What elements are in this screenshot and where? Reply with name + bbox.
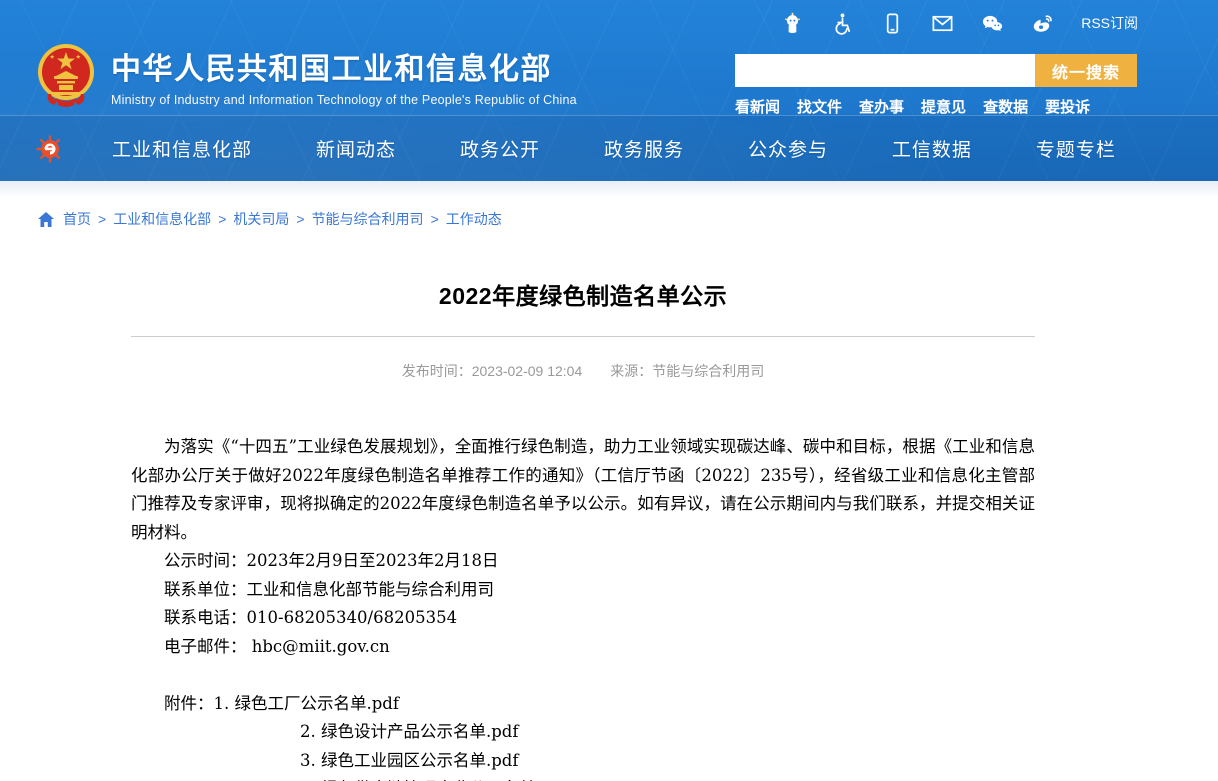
search-input[interactable]	[735, 54, 1035, 87]
breadcrumb-energy-dept[interactable]: 节能与综合利用司	[312, 209, 424, 229]
article-paragraph: 为落实《“十四五”工业绿色发展规划》，全面推行绿色制造，助力工业领域实现碳达峰、…	[131, 433, 1035, 547]
breadcrumb: 首页 > 工业和信息化部 > 机关司局 > 节能与综合利用司 > 工作动态	[0, 196, 1218, 229]
nav-item-gov-affairs[interactable]: 政务公开	[460, 135, 540, 162]
miit-webpage: { "topbar": { "rss_label": "RSS订阅", "ico…	[0, 0, 1218, 781]
unified-search-button[interactable]: 统一搜索	[1035, 54, 1137, 87]
breadcrumb-separator: >	[431, 211, 439, 227]
publicity-period-line: 公示时间：2023年2月9日至2023年2月18日	[131, 547, 1035, 576]
attachment-row: 3. 绿色工业园区公示名单.pdf	[131, 747, 1035, 776]
breadcrumb-ministry[interactable]: 工业和信息化部	[113, 209, 211, 229]
breadcrumb-separator: >	[98, 211, 106, 227]
quick-link-complaints[interactable]: 要投诉	[1045, 96, 1090, 117]
contact-phone-line: 联系电话：010-68205340/68205354	[131, 604, 1035, 633]
attachment-green-industrial-parks-pdf[interactable]: 3. 绿色工业园区公示名单.pdf	[300, 751, 518, 770]
article-body: 为落实《“十四五”工业绿色发展规划》，全面推行绿色制造，助力工业领域实现碳达峰、…	[131, 433, 1035, 781]
article-meta: 发布时间：2023-02-09 12:04 来源：节能与综合利用司	[131, 361, 1035, 381]
publish-time-value: 2023-02-09 12:04	[472, 363, 583, 379]
source-label: 来源：	[610, 363, 652, 379]
header-shadow-band	[0, 181, 1218, 196]
article: 2022年度绿色制造名单公示 发布时间：2023-02-09 12:04 来源：节…	[131, 277, 1035, 781]
quick-link-services[interactable]: 查办事	[859, 96, 904, 117]
home-icon[interactable]	[38, 212, 54, 227]
nav-item-news[interactable]: 新闻动态	[316, 135, 396, 162]
wechat-icon[interactable]	[981, 12, 1004, 35]
attachments-label: 附件：	[164, 694, 214, 713]
contact-email-line: 电子邮件： hbc@miit.gov.cn	[131, 633, 1035, 662]
article-title: 2022年度绿色制造名单公示	[131, 277, 1035, 311]
site-header: RSS订阅 中华人民共和国工业和信息化部 Ministry of In	[0, 0, 1218, 181]
nav-item-special-columns[interactable]: 专题专栏	[1036, 135, 1116, 162]
nav-item-public-participation[interactable]: 公众参与	[748, 135, 828, 162]
breadcrumb-separator: >	[218, 211, 226, 227]
quick-links: 看新闻 找文件 查办事 提意见 查数据 要投诉	[735, 96, 1137, 117]
main-nav: 工业和信息化部 新闻动态 政务公开 政务服务 公众参与 工信数据 专题专栏	[0, 115, 1218, 181]
site-subtitle-en: Ministry of Industry and Information Tec…	[111, 93, 577, 107]
attachment-row: 附件：1. 绿色工厂公示名单.pdf	[131, 690, 1035, 719]
quick-link-data[interactable]: 查数据	[983, 96, 1028, 117]
breadcrumb-work-updates[interactable]: 工作动态	[446, 209, 502, 229]
nav-items: 工业和信息化部 新闻动态 政务公开 政务服务 公众参与 工信数据 专题专栏	[112, 135, 1116, 162]
quick-link-news[interactable]: 看新闻	[735, 96, 780, 117]
robot-assistant-icon[interactable]	[781, 12, 804, 35]
nav-item-mit-data[interactable]: 工信数据	[892, 135, 972, 162]
brand-block: 中华人民共和国工业和信息化部 Ministry of Industry and …	[111, 44, 577, 107]
attachment-row: 2. 绿色设计产品公示名单.pdf	[131, 718, 1035, 747]
attachment-green-factory-pdf[interactable]: 1. 绿色工厂公示名单.pdf	[214, 694, 399, 713]
site-title: 中华人民共和国工业和信息化部	[111, 44, 577, 88]
contact-unit-line: 联系单位：工业和信息化部节能与综合利用司	[131, 576, 1035, 605]
nav-item-gov-services[interactable]: 政务服务	[604, 135, 684, 162]
national-emblem-logo	[36, 42, 96, 108]
breadcrumb-separator: >	[296, 211, 304, 227]
breadcrumb-departments[interactable]: 机关司局	[233, 209, 289, 229]
weibo-icon[interactable]	[1031, 12, 1054, 35]
publish-time-label: 发布时间：	[402, 363, 472, 379]
mobile-icon[interactable]	[881, 12, 904, 35]
miit-e-logo-icon	[36, 134, 66, 164]
mail-icon[interactable]	[931, 12, 954, 35]
quick-link-suggestions[interactable]: 提意见	[921, 96, 966, 117]
topbar: RSS订阅	[0, 0, 1218, 40]
source-value: 节能与综合利用司	[652, 363, 764, 379]
title-divider	[131, 336, 1035, 337]
rss-subscribe-link[interactable]: RSS订阅	[1081, 13, 1138, 33]
nav-item-ministry[interactable]: 工业和信息化部	[112, 135, 252, 162]
search-area: 统一搜索 看新闻 找文件 查办事 提意见 查数据 要投诉	[735, 54, 1137, 117]
attachment-green-design-products-pdf[interactable]: 2. 绿色设计产品公示名单.pdf	[300, 722, 518, 741]
accessibility-icon[interactable]	[831, 12, 854, 35]
quick-link-documents[interactable]: 找文件	[797, 96, 842, 117]
breadcrumb-home[interactable]: 首页	[63, 209, 91, 229]
spacer	[131, 661, 1035, 690]
attachment-row: 4. 绿色供应链管理企业公示名单.pdf	[131, 775, 1035, 781]
